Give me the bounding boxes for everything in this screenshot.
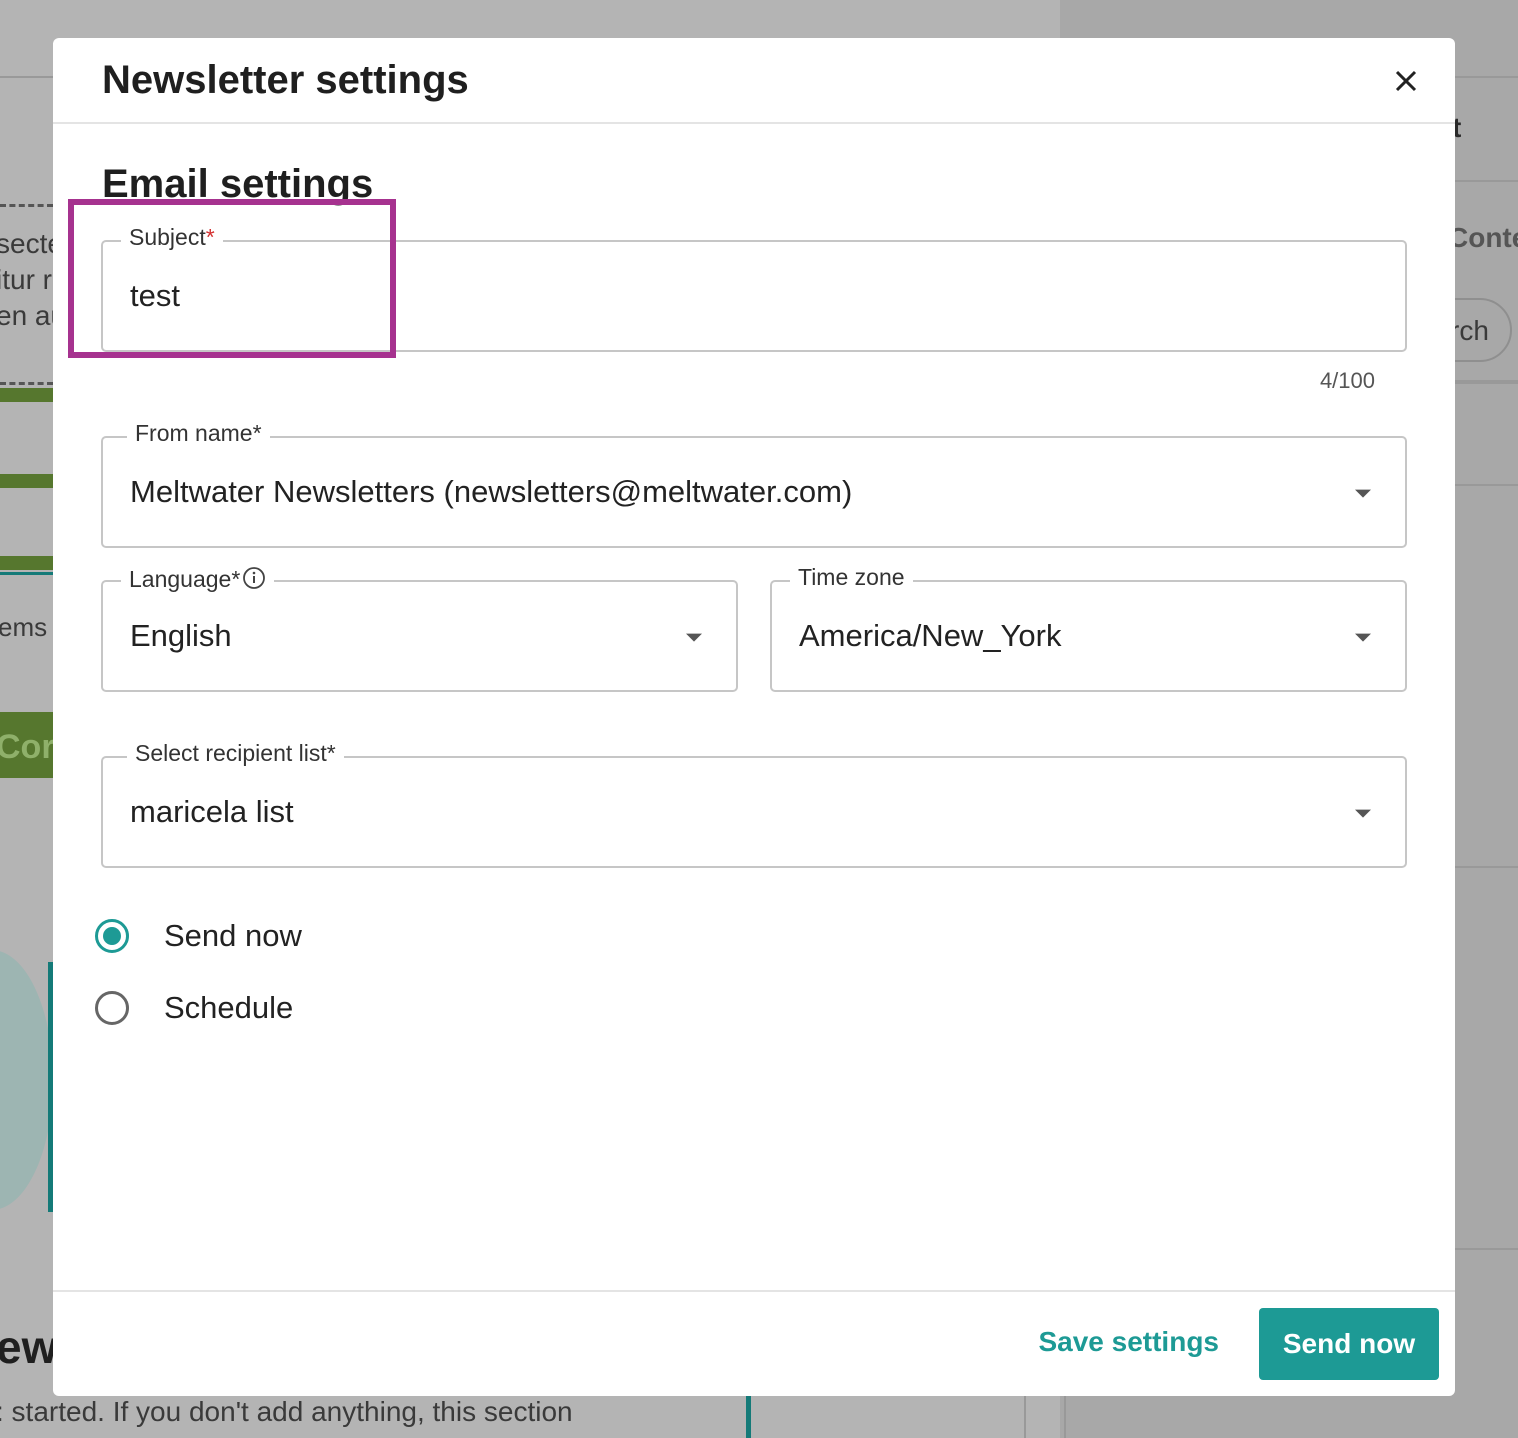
background-teal-line	[0, 572, 53, 575]
close-icon	[1395, 70, 1417, 92]
background-dashed-line	[0, 204, 53, 207]
background-text: Conte	[1448, 222, 1518, 253]
chevron-down-icon	[686, 633, 702, 642]
background-divider	[1455, 380, 1518, 384]
background-text: rch	[1450, 315, 1489, 346]
background-text: ems	[0, 612, 48, 642]
time-zone-value: America/New_York	[799, 618, 1062, 653]
background-divider	[1455, 484, 1518, 486]
annotation-highlight-box	[68, 199, 396, 358]
info-icon[interactable]	[242, 566, 266, 590]
chevron-down-icon	[1355, 809, 1371, 818]
background-teal-line	[746, 1396, 751, 1438]
background-divider	[1064, 1396, 1066, 1438]
chevron-down-icon	[1355, 489, 1371, 498]
dialog-title: Newsletter settings	[102, 58, 469, 102]
language-select[interactable]: Language* English	[101, 566, 738, 692]
from-name-select[interactable]: From name* Meltwater Newsletters (newsle…	[101, 420, 1407, 548]
background-green-bar	[0, 388, 53, 402]
schedule-radio-label: Schedule	[164, 990, 294, 1025]
from-name-value: Meltwater Newsletters (newsletters@meltw…	[130, 474, 853, 509]
send-now-option[interactable]: Send now	[95, 918, 302, 954]
background-bottom-text: : started. If you don't add anything, th…	[0, 1396, 573, 1427]
schedule-option[interactable]: Schedule	[95, 990, 293, 1026]
recipient-list-label: Select recipient list*	[127, 740, 344, 767]
language-value: English	[130, 618, 232, 653]
dialog-footer: Save settings Send now	[53, 1290, 1455, 1396]
background-green-bar	[0, 474, 53, 488]
background-dashed-line	[0, 382, 53, 385]
background-green-bar	[0, 556, 53, 570]
newsletter-settings-dialog: Newsletter settings Email settings Subje…	[53, 38, 1455, 1396]
background-divider	[1024, 1396, 1026, 1438]
send-now-radio-label: Send now	[164, 918, 302, 953]
recipient-list-select[interactable]: Select recipient list* maricela list	[101, 740, 1407, 868]
time-zone-select[interactable]: Time zone America/New_York	[770, 564, 1407, 692]
character-counter: 4/100	[1319, 368, 1375, 393]
send-now-radio[interactable]	[95, 919, 129, 953]
background-heading: ew	[0, 1321, 58, 1373]
language-label: Language*	[121, 566, 275, 593]
background-divider	[1455, 1248, 1518, 1250]
time-zone-label: Time zone	[790, 564, 913, 591]
dialog-header: Newsletter settings	[53, 38, 1455, 124]
schedule-radio[interactable]	[95, 991, 129, 1025]
save-settings-button[interactable]: Save settings	[1038, 1326, 1219, 1358]
recipient-list-value: maricela list	[130, 794, 294, 829]
from-name-label: From name*	[127, 420, 270, 447]
background-text: itur r	[0, 264, 52, 295]
background-divider	[1455, 180, 1518, 182]
chevron-down-icon	[1355, 633, 1371, 642]
close-button[interactable]	[1387, 62, 1425, 100]
background-divider	[1455, 866, 1518, 868]
send-now-button[interactable]: Send now	[1259, 1308, 1439, 1380]
